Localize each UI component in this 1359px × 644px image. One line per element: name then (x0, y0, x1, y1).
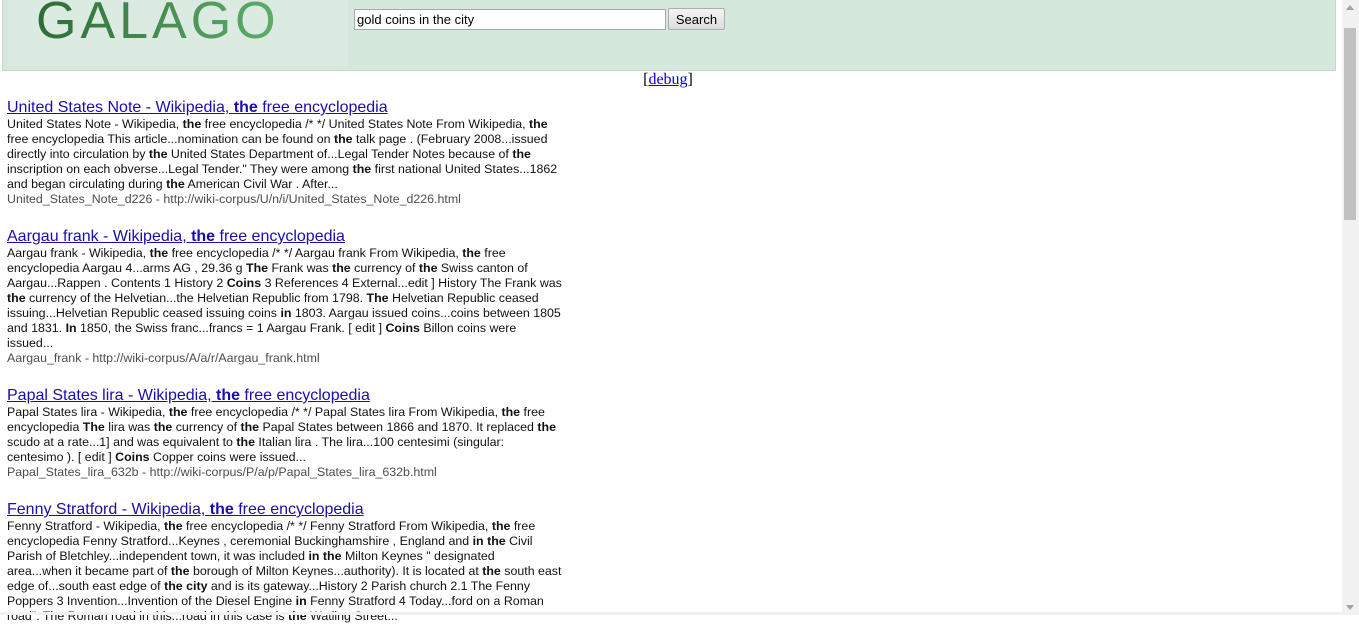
result-url: Aargau_frank - http://wiki-corpus/A/a/r/… (7, 351, 320, 365)
logo-text: GALAGO (36, 0, 280, 50)
debug-close-bracket: ] (687, 71, 693, 88)
scroll-up-arrow-icon[interactable] (1346, 5, 1354, 10)
galago-logo-image: GALAGO (36, 0, 280, 50)
debug-link[interactable]: debug (648, 71, 687, 88)
result-title-link[interactable]: Papal States lira - Wikipedia, the free … (7, 386, 562, 405)
galago-logo[interactable]: GALAGO (8, 0, 348, 66)
debug-line: [debug] (0, 71, 1336, 89)
search-input[interactable] (354, 9, 666, 30)
result-snippet: Fenny Stratford - Wikipedia, the free en… (7, 519, 562, 623)
header-bar: GALAGO Search (2, 0, 1336, 71)
results-list: United States Note - Wikipedia, the free… (7, 98, 562, 644)
result-url: United_States_Note_d226 - http://wiki-co… (7, 192, 461, 206)
scroll-down-arrow-icon[interactable] (1346, 605, 1354, 610)
result-title-link[interactable]: United States Note - Wikipedia, the free… (7, 98, 562, 117)
vertical-scrollbar[interactable] (1342, 0, 1359, 615)
result-snippet: United States Note - Wikipedia, the free… (7, 117, 558, 191)
result-snippet: Aargau frank - Wikipedia, the free encyc… (7, 246, 562, 350)
result-snippet: Papal States lira - Wikipedia, the free … (7, 405, 556, 464)
result-url: Papal_States_lira_632b - http://wiki-cor… (7, 465, 437, 479)
result-item: Papal States lira - Wikipedia, the free … (7, 386, 562, 480)
result-title-link[interactable]: Fenny Stratford - Wikipedia, the free en… (7, 500, 562, 519)
result-item: United States Note - Wikipedia, the free… (7, 98, 562, 207)
result-item: Aargau frank - Wikipedia, the free encyc… (7, 227, 562, 366)
scrollbar-thumb[interactable] (1344, 28, 1356, 220)
result-item: Fenny Stratford - Wikipedia, the free en… (7, 500, 562, 624)
result-title-link[interactable]: Aargau frank - Wikipedia, the free encyc… (7, 227, 562, 246)
search-button[interactable]: Search (668, 8, 725, 30)
